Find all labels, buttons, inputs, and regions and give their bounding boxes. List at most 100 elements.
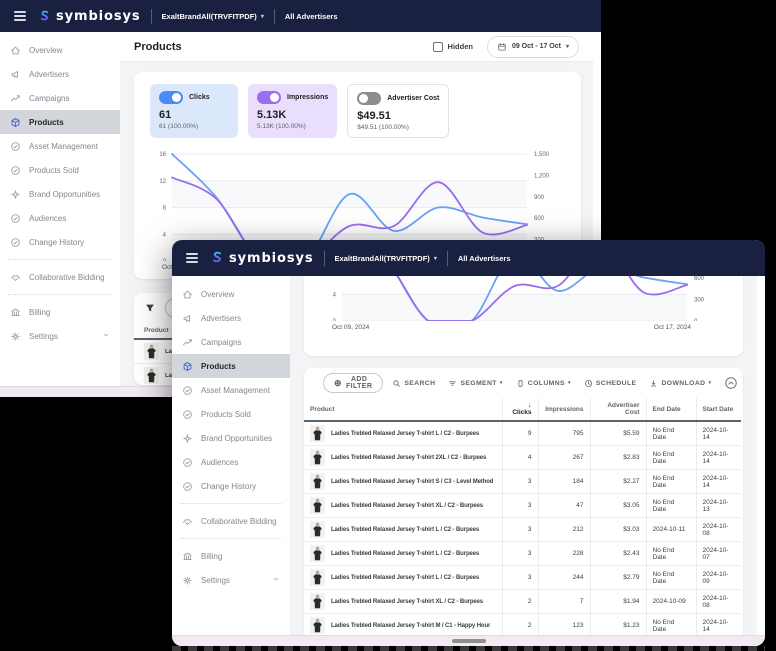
table-row[interactable]: Ladies Trebled Relaxed Jersey T-shirt M … (304, 614, 741, 638)
sidebar-item-change-history[interactable]: Change History (0, 230, 120, 254)
column-header-impressions[interactable]: Impressions (538, 398, 590, 421)
column-header-advertiser-cost[interactable]: Advertiser Cost (590, 398, 646, 421)
sort-descending-icon: ↓ (528, 402, 531, 409)
sidebar-item-asset-management[interactable]: Asset Management (172, 378, 290, 402)
sidebar-item-campaigns[interactable]: Campaigns (172, 330, 290, 354)
calendar-icon (497, 42, 507, 52)
chevron-down-icon (102, 331, 110, 339)
sidebar-item-campaigns[interactable]: Campaigns (0, 86, 120, 110)
app-logo: symbiosys (38, 9, 141, 24)
sidebar-item-label: Brand Opportunities (201, 434, 272, 443)
table-row[interactable]: Ladies Trebled Relaxed Jersey T-shirt S … (304, 470, 741, 494)
columns-button[interactable]: COLUMNS▾ (516, 379, 571, 388)
table-row[interactable]: Ladies Trebled Relaxed Jersey T-shirt L … (304, 518, 741, 542)
end-date-cell: No End Date (646, 566, 696, 590)
megaphone-icon (10, 69, 21, 80)
search-button[interactable]: SEARCH (392, 379, 435, 388)
advertiser-cost-cell: $2.79 (590, 566, 646, 590)
sidebar-item-overview[interactable]: Overview (172, 282, 290, 306)
horizontal-scrollbar[interactable] (172, 635, 765, 646)
column-header-clicks[interactable]: ↓ Clicks (502, 398, 538, 421)
sidebar: OverviewAdvertisersCampaigns Products Asse… (0, 32, 120, 397)
sidebar-item-billing[interactable]: Billing (172, 544, 290, 568)
metric-label: Impressions (287, 94, 328, 101)
svg-text:16: 16 (159, 152, 166, 158)
trend-icon (182, 337, 193, 348)
hidden-checkbox[interactable]: Hidden (433, 42, 473, 52)
segment-button[interactable]: SEGMENT▾ (448, 379, 502, 388)
menu-icon[interactable] (184, 251, 200, 265)
checkbox-box[interactable] (433, 42, 443, 52)
advertiser-cost-cell: $1.23 (590, 614, 646, 638)
sidebar-item-audiences[interactable]: Audiences (172, 450, 290, 474)
sidebar-item-products-sold[interactable]: Products Sold (172, 402, 290, 426)
schedule-button[interactable]: SCHEDULE (584, 379, 637, 388)
handshake-icon (182, 516, 193, 527)
column-header-start-date[interactable]: Start Date (696, 398, 741, 421)
sidebar-item-brand-opportunities[interactable]: Brand Opportunities (0, 182, 120, 206)
toggle-clicks[interactable] (159, 91, 183, 104)
sidebar-item-billing[interactable]: Billing (0, 300, 120, 324)
logo-s-icon (210, 250, 224, 266)
advertiser-cost-cell: $5.59 (590, 421, 646, 446)
sidebar-item-advertisers[interactable]: Advertisers (172, 306, 290, 330)
impressions-cell: 123 (538, 614, 590, 638)
table-row[interactable]: Ladies Trebled Relaxed Jersey T-shirt 2X… (304, 446, 741, 470)
table-row[interactable]: Ladies Trebled Relaxed Jersey T-shirt XL… (304, 494, 741, 518)
table-row[interactable]: Ladies Trebled Relaxed Jersey T-shirt L … (304, 566, 741, 590)
product-thumbnail (310, 497, 325, 514)
product-thumbnail (310, 545, 325, 562)
sidebar-item-collaborative-bidding[interactable]: Collaborative Bidding (0, 265, 120, 289)
sidebar-item-asset-management[interactable]: Asset Management (0, 134, 120, 158)
product-name: Ladies Trebled Relaxed Jersey T-shirt L … (331, 575, 479, 581)
table-row[interactable]: Ladies Trebled Relaxed Jersey T-shirt L … (304, 542, 741, 566)
column-header-end-date[interactable]: End Date (646, 398, 696, 421)
sidebar-item-label: Billing (201, 552, 222, 561)
sidebar-item-settings[interactable]: Settings (0, 324, 120, 348)
collapse-table-button[interactable] (724, 376, 738, 390)
column-header-product[interactable]: Product (304, 398, 502, 421)
metric-card-advertiser-cost: Advertiser Cost$49.51$49.51 (100.00%) (347, 84, 449, 138)
product-thumbnail (310, 569, 325, 586)
brand-account-dropdown[interactable]: ExaltBrandAll(TRVFITPDF)▾ (335, 254, 437, 263)
sidebar-item-collaborative-bidding[interactable]: Collaborative Bidding (172, 509, 290, 533)
sidebar-item-products[interactable]: Products (0, 110, 120, 134)
header-divider (274, 9, 275, 24)
toggle-advertiser-cost[interactable] (357, 92, 381, 105)
table-row[interactable]: Ladies Trebled Relaxed Jersey T-shirt XL… (304, 590, 741, 614)
filter-funnel-icon[interactable] (144, 302, 156, 314)
date-range-picker[interactable]: 09 Oct - 17 Oct ▾ (487, 36, 579, 58)
sidebar-item-overview[interactable]: Overview (0, 38, 120, 62)
table-row[interactable]: Ladies Trebled Relaxed Jersey T-shirt L … (304, 421, 741, 446)
sidebar-divider (180, 503, 282, 504)
toggle-impressions[interactable] (257, 91, 281, 104)
products-table-card: ⊕ ADD FILTER SEARCH SEGMENT▾ (304, 368, 743, 646)
advertiser-cost-cell: $1.94 (590, 590, 646, 614)
sidebar-item-audiences[interactable]: Audiences (0, 206, 120, 230)
svg-text:4: 4 (333, 292, 337, 298)
metric-value: $49.51 (357, 110, 439, 122)
sidebar-item-label: Products (29, 118, 64, 127)
sidebar-item-label: Campaigns (201, 338, 241, 347)
product-thumbnail (310, 473, 325, 490)
sidebar-item-products-sold[interactable]: Products Sold (0, 158, 120, 182)
advertiser-scope[interactable]: All Advertisers (458, 254, 511, 263)
sidebar-divider (8, 259, 112, 260)
sidebar-item-advertisers[interactable]: Advertisers (0, 62, 120, 86)
sidebar-item-products[interactable]: Products (172, 354, 290, 378)
brand-account-dropdown[interactable]: ExaltBrandAll(TRVFITPDF)▾ (162, 12, 264, 21)
sidebar-item-settings[interactable]: Settings (172, 568, 290, 592)
impressions-cell: 244 (538, 566, 590, 590)
sidebar-item-label: Asset Management (29, 142, 98, 151)
scrollbar-handle[interactable] (452, 639, 486, 643)
advertiser-scope[interactable]: All Advertisers (285, 12, 338, 21)
sidebar-item-label: Change History (201, 482, 256, 491)
menu-icon[interactable] (12, 9, 28, 23)
add-filter-button[interactable]: ⊕ ADD FILTER (323, 373, 383, 393)
header-divider (447, 251, 448, 266)
download-button[interactable]: DOWNLOAD▾ (649, 379, 711, 388)
sidebar-item-brand-opportunities[interactable]: Brand Opportunities (172, 426, 290, 450)
end-date-cell: No End Date (646, 421, 696, 446)
sidebar-item-change-history[interactable]: Change History (172, 474, 290, 498)
trend-icon (10, 93, 21, 104)
